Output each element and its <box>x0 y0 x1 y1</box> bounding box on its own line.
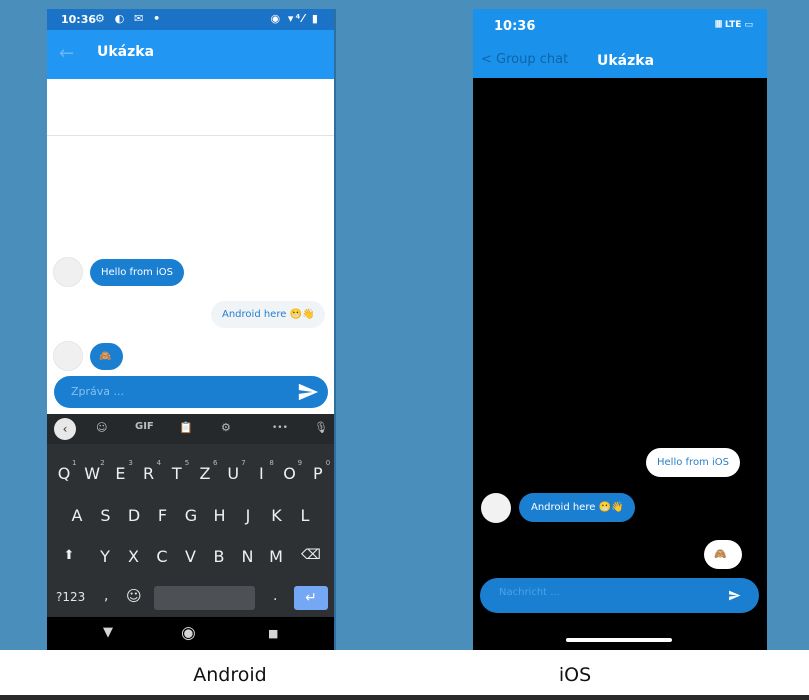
message-bubble-incoming: Android here 😬👋 <box>519 493 636 522</box>
clipboard-icon[interactable]: 📋 <box>179 421 193 434</box>
key-i[interactable]: I <box>251 464 271 483</box>
message-input-placeholder: Nachricht ... <box>499 587 560 598</box>
avatar <box>53 341 83 371</box>
key-digit-hint: 1 <box>72 459 77 467</box>
page-title: Ukázka <box>97 44 155 60</box>
backspace-key[interactable]: ⌫ <box>301 547 321 563</box>
key-k[interactable]: K <box>267 506 287 525</box>
key-x[interactable]: X <box>124 547 144 566</box>
message-input-placeholder: Zpráva ... <box>71 385 125 398</box>
message-bubble-outgoing: Hello from iOS <box>646 448 740 477</box>
keyboard-collapse-icon[interactable]: ‹ <box>54 418 76 440</box>
key-digit-hint: 9 <box>297 459 303 467</box>
avatar <box>481 493 511 523</box>
key-digit-hint: 5 <box>184 459 190 467</box>
key-p[interactable]: P <box>308 464 328 483</box>
android-keyboard: ‹ ☺ GIF 📋 ⚙ ••• 🎙 Q1W2E3R4T5Z6U7I8O9P0 A… <box>47 414 334 617</box>
status-system-icons: ◉ ▾⁴⁄ ▮ <box>270 12 320 25</box>
message-bubble-incoming: Hello from iOS <box>90 259 184 286</box>
period-key[interactable]: . <box>273 588 277 604</box>
key-digit-hint: 0 <box>325 459 331 467</box>
comma-key[interactable]: , <box>104 588 108 604</box>
key-z[interactable]: Z <box>195 464 215 483</box>
space-bar[interactable] <box>154 586 255 610</box>
key-f[interactable]: F <box>153 506 173 525</box>
status-time: 10:36 <box>494 19 536 34</box>
keyboard-toolbar: ‹ ☺ GIF 📋 ⚙ ••• 🎙 <box>47 414 334 444</box>
key-a[interactable]: A <box>67 506 87 525</box>
key-digit-hint: 6 <box>213 459 218 467</box>
ios-screen: 10:36 𝄃𝄃𝄃 LTE ▭ < Group chat Ukázka Hell… <box>473 9 767 650</box>
key-n[interactable]: N <box>238 547 258 566</box>
message-bubble-incoming: 🙈 <box>90 343 123 370</box>
key-h[interactable]: H <box>210 506 230 525</box>
gif-button[interactable]: GIF <box>135 421 154 432</box>
message-input[interactable]: Nachricht ... <box>480 578 759 613</box>
key-c[interactable]: C <box>152 547 172 566</box>
key-digit-hint: 7 <box>241 459 246 467</box>
ios-header: 10:36 𝄃𝄃𝄃 LTE ▭ < Group chat Ukázka <box>473 9 767 78</box>
page-title: Ukázka <box>597 53 655 69</box>
key-digit-hint: 2 <box>100 459 105 467</box>
message-input[interactable]: Zpráva ... <box>54 376 328 408</box>
header-divider <box>47 135 334 136</box>
emoji-key[interactable]: ☺ <box>126 587 142 605</box>
key-j[interactable]: J <box>238 506 258 525</box>
status-notification-icons: ⚙ ◐ ✉ • <box>95 12 164 25</box>
mic-icon[interactable]: 🎙 <box>314 421 328 434</box>
key-digit-hint: 4 <box>156 459 162 467</box>
key-e[interactable]: E <box>110 464 130 483</box>
numbers-key[interactable]: ?123 <box>56 590 85 604</box>
android-app-bar: ← Ukázka <box>47 30 334 79</box>
key-b[interactable]: B <box>209 547 229 566</box>
send-icon[interactable] <box>728 589 741 602</box>
android-caption: Android <box>193 664 267 686</box>
nav-back-icon[interactable]: ▼ <box>103 625 113 640</box>
key-t[interactable]: T <box>167 464 187 483</box>
nav-home-icon[interactable]: ◉ <box>181 623 196 643</box>
key-d[interactable]: D <box>124 506 144 525</box>
more-icon[interactable]: ••• <box>272 423 288 433</box>
settings-icon[interactable]: ⚙ <box>221 421 231 434</box>
back-button[interactable]: < Group chat <box>481 52 568 67</box>
key-y[interactable]: Y <box>95 547 115 566</box>
bottom-divider <box>0 695 809 700</box>
message-bubble-outgoing: 🙈 <box>704 540 742 569</box>
key-m[interactable]: M <box>266 547 286 566</box>
comparison-screenshot: 10:36 ⚙ ◐ ✉ • ◉ ▾⁴⁄ ▮ ← Ukázka Hello fro… <box>0 0 809 700</box>
key-digit-hint: 8 <box>269 459 274 467</box>
key-u[interactable]: U <box>223 464 243 483</box>
key-l[interactable]: L <box>295 506 315 525</box>
avatar <box>53 257 83 287</box>
key-g[interactable]: G <box>181 506 201 525</box>
key-r[interactable]: R <box>139 464 159 483</box>
home-indicator <box>566 638 672 642</box>
back-arrow-icon[interactable]: ← <box>59 43 74 64</box>
sticker-icon[interactable]: ☺ <box>96 421 107 434</box>
key-digit-hint: 3 <box>128 459 133 467</box>
key-s[interactable]: S <box>96 506 116 525</box>
shift-key[interactable]: ⬆ <box>59 548 79 563</box>
status-system-icons: 𝄃𝄃𝄃 LTE ▭ <box>715 20 753 30</box>
android-status-bar: 10:36 ⚙ ◐ ✉ • ◉ ▾⁴⁄ ▮ <box>47 9 334 30</box>
enter-key[interactable]: ↵ <box>294 586 328 610</box>
nav-recent-icon[interactable]: ■ <box>268 627 278 640</box>
key-w[interactable]: W <box>82 464 102 483</box>
message-bubble-outgoing: Android here 😬👋 <box>211 301 326 328</box>
android-nav-bar: ▼ ◉ ■ <box>47 617 334 650</box>
android-screen: 10:36 ⚙ ◐ ✉ • ◉ ▾⁴⁄ ▮ ← Ukázka Hello fro… <box>47 9 336 650</box>
key-o[interactable]: O <box>280 464 300 483</box>
send-icon[interactable] <box>297 381 319 403</box>
key-q[interactable]: Q <box>54 464 74 483</box>
key-v[interactable]: V <box>181 547 201 566</box>
ios-caption: iOS <box>558 664 592 686</box>
status-time: 10:36 <box>61 13 97 26</box>
